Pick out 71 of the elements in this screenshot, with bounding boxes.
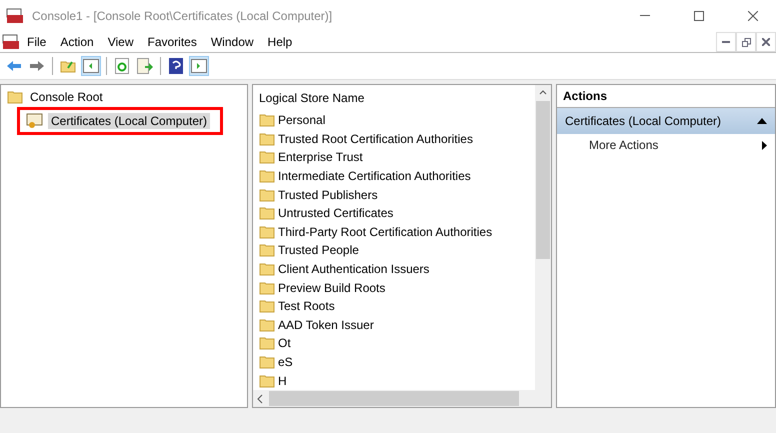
folder-icon xyxy=(259,169,275,184)
folder-up-icon xyxy=(60,59,76,73)
maximize-icon xyxy=(694,11,704,21)
folder-icon xyxy=(259,299,275,314)
child-restore-button[interactable] xyxy=(736,32,756,52)
list-item[interactable]: eS xyxy=(278,355,293,370)
refresh-icon xyxy=(115,58,129,74)
folder-icon xyxy=(259,280,275,295)
list-item[interactable]: Personal xyxy=(278,113,326,128)
list-item[interactable]: Test Roots xyxy=(278,299,335,314)
action-item[interactable]: More Actions xyxy=(557,134,775,156)
folder-icon xyxy=(259,113,275,128)
menu-item[interactable]: Window xyxy=(204,35,261,49)
folder-icon xyxy=(259,150,275,164)
collapse-arrow-icon xyxy=(757,118,767,124)
folder-icon xyxy=(259,262,275,276)
menu-item[interactable]: Favorites xyxy=(140,35,204,49)
folder-icon xyxy=(259,243,275,258)
folder-icon xyxy=(259,188,275,202)
toolbar-button[interactable] xyxy=(166,56,186,76)
horizontal-scrollbar[interactable] xyxy=(253,390,551,407)
list-item[interactable]: Ot xyxy=(278,336,291,350)
folder-icon xyxy=(259,318,275,332)
forward-arrow-icon xyxy=(29,60,45,72)
list-item[interactable]: Trusted Root Certification Authorities xyxy=(278,132,473,146)
help-book-icon xyxy=(169,58,183,74)
child-close-button[interactable] xyxy=(756,32,776,52)
list-item[interactable]: Trusted Publishers xyxy=(278,188,378,202)
back-arrow-icon xyxy=(6,60,22,72)
submenu-arrow-icon xyxy=(762,140,767,150)
column-header[interactable]: Logical Store Name xyxy=(259,85,535,111)
action-label: More Actions xyxy=(589,138,658,152)
minimize-icon xyxy=(722,41,730,43)
toolbox-icon xyxy=(6,8,24,24)
export-list-icon xyxy=(137,58,153,74)
actions-section[interactable]: Certificates (Local Computer) xyxy=(557,108,775,134)
certificate-icon xyxy=(26,113,44,129)
vertical-scrollbar[interactable] xyxy=(535,85,551,390)
folder-icon xyxy=(259,374,275,388)
child-minimize-button[interactable] xyxy=(716,32,736,52)
folder-icon xyxy=(259,336,275,350)
list-item[interactable]: AAD Token Issuer xyxy=(278,318,374,332)
section-title: Certificates (Local Computer) xyxy=(565,114,722,128)
restore-icon xyxy=(742,38,750,46)
minimize-icon xyxy=(640,15,650,17)
tree-item[interactable]: Console Root xyxy=(27,89,106,105)
close-icon xyxy=(762,38,770,46)
folder-icon xyxy=(7,90,23,104)
toolbar-button[interactable] xyxy=(81,56,101,76)
folder-icon xyxy=(259,132,275,146)
panel-left-icon xyxy=(83,59,99,73)
panel-right-icon xyxy=(191,59,207,73)
list-item[interactable]: Client Authentication Issuers xyxy=(278,262,430,276)
close-icon xyxy=(748,11,758,21)
menu-item[interactable]: File xyxy=(20,35,54,49)
list-item[interactable]: Untrusted Certificates xyxy=(278,206,394,220)
menu-item[interactable]: Help xyxy=(260,35,300,49)
menu-item[interactable]: Action xyxy=(53,35,101,49)
list-item[interactable]: Enterprise Trust xyxy=(278,150,363,164)
list-item[interactable]: H xyxy=(278,374,287,388)
list-item[interactable]: Intermediate Certification Authorities xyxy=(278,169,471,184)
toolbar-button[interactable] xyxy=(189,56,209,76)
folder-icon xyxy=(259,224,275,239)
folder-icon xyxy=(259,206,275,220)
list-item[interactable]: Preview Build Roots xyxy=(278,280,386,295)
menu-item[interactable]: View xyxy=(100,35,140,49)
folder-icon xyxy=(259,355,275,370)
list-item[interactable]: Third-Party Root Certification Authorities xyxy=(278,224,492,239)
tree-item[interactable]: Certificates (Local Computer) xyxy=(48,113,210,129)
list-item[interactable]: Trusted People xyxy=(278,243,359,258)
window-title: Console1 - [Console Root\Certificates (Local Computer)] xyxy=(32,9,334,23)
